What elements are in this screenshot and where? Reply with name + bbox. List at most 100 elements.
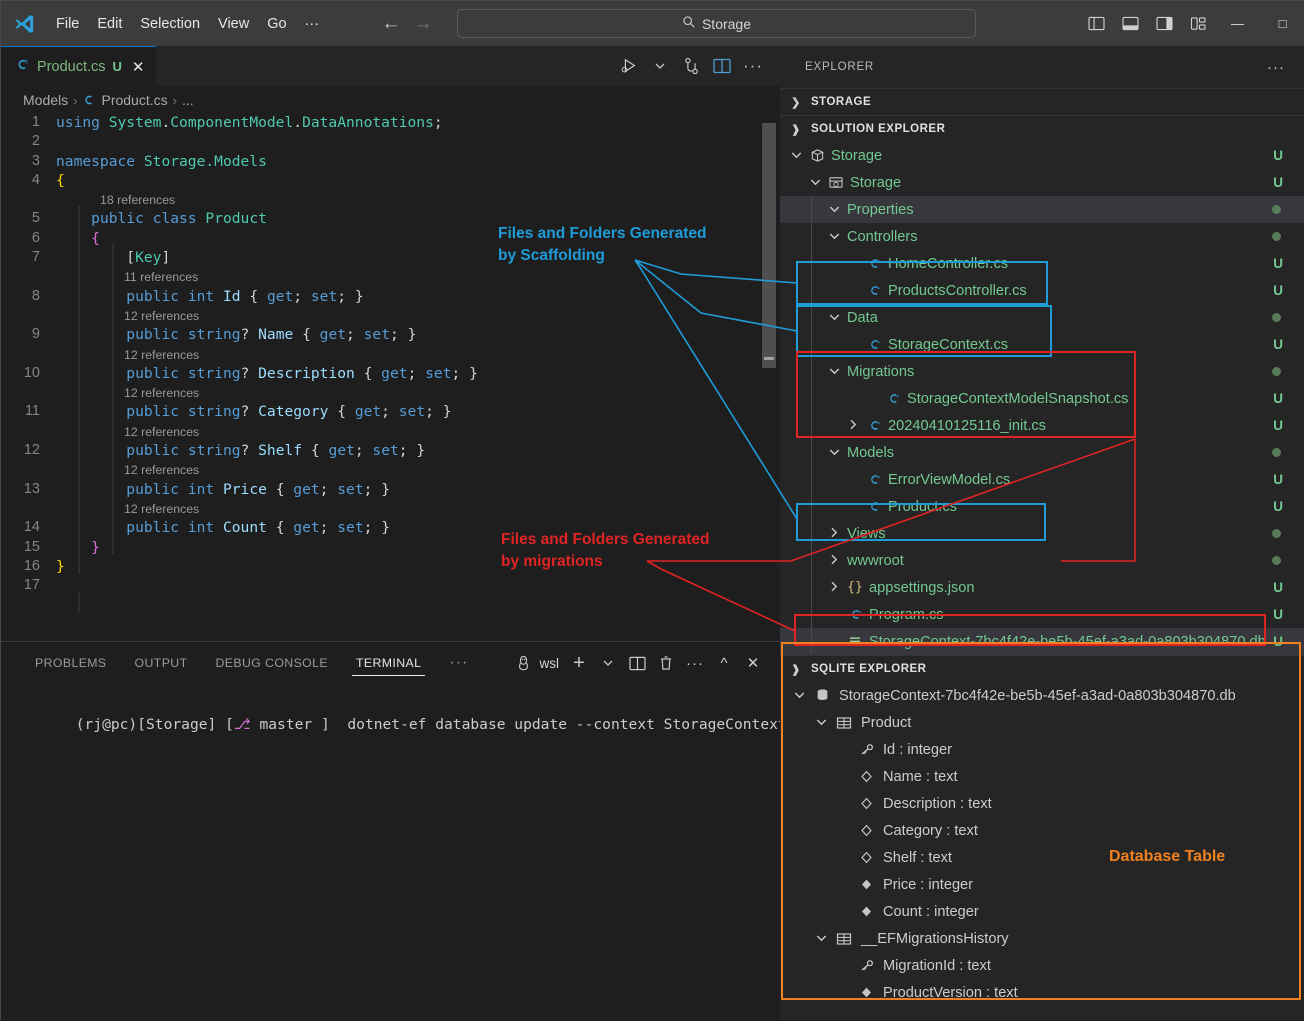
- section-storage[interactable]: ❯ STORAGE: [780, 88, 1304, 115]
- code-references-hint[interactable]: 12 references: [1, 307, 780, 326]
- menu-selection[interactable]: Selection: [131, 13, 209, 35]
- toggle-secondary-sidebar-icon[interactable]: [1147, 1, 1181, 46]
- tab-product-cs[interactable]: # Product.cs U ✕: [1, 46, 156, 86]
- tree-row[interactable]: StorageContext.csU: [780, 331, 1304, 358]
- panel-more-tabs-icon[interactable]: ···: [435, 642, 482, 684]
- chevron-right-icon[interactable]: [843, 419, 863, 433]
- code-references-hint[interactable]: 12 references: [1, 423, 780, 442]
- maximize-button[interactable]: □: [1260, 1, 1304, 46]
- section-sqlite-explorer[interactable]: ❱ SQLITE EXPLORER: [780, 655, 1304, 682]
- tree-row[interactable]: Migrations: [780, 358, 1304, 385]
- tree-row[interactable]: Product.csU: [780, 493, 1304, 520]
- chevron-down-icon[interactable]: [824, 231, 844, 243]
- sqlite-tree-row[interactable]: MigrationId : text: [780, 952, 1304, 979]
- toggle-panel-icon[interactable]: [1113, 1, 1147, 46]
- tab-output[interactable]: OUTPUT: [121, 642, 202, 684]
- new-terminal-icon[interactable]: +: [566, 648, 592, 678]
- code-line[interactable]: 17: [1, 577, 780, 596]
- chevron-right-icon[interactable]: [824, 554, 844, 568]
- code-references-hint[interactable]: 12 references: [1, 346, 780, 365]
- sqlite-tree-row[interactable]: Count : integer: [780, 898, 1304, 925]
- code-line[interactable]: 4{: [1, 172, 780, 191]
- chevron-down-icon[interactable]: [824, 312, 844, 324]
- tab-debug-console[interactable]: DEBUG CONSOLE: [202, 642, 342, 684]
- chevron-down-icon[interactable]: [788, 690, 810, 702]
- tree-row[interactable]: 20240410125116_init.csU: [780, 412, 1304, 439]
- tree-row[interactable]: wwwroot: [780, 547, 1304, 574]
- sqlite-tree-row[interactable]: ProductVersion : text: [780, 979, 1304, 1006]
- breadcrumb-file[interactable]: Product.cs: [101, 92, 167, 108]
- split-terminal-icon[interactable]: [624, 648, 650, 678]
- code-references-hint[interactable]: 12 references: [1, 500, 780, 519]
- command-search-input[interactable]: Storage: [457, 9, 976, 38]
- tree-row[interactable]: Models: [780, 439, 1304, 466]
- code-line[interactable]: 2: [1, 133, 780, 152]
- tree-row[interactable]: StorageContext-7bc4f42e-be5b-45ef-a3ad-0…: [780, 628, 1304, 655]
- maximize-panel-icon[interactable]: ^: [711, 648, 737, 678]
- tab-terminal[interactable]: TERMINAL: [342, 642, 435, 684]
- tree-row[interactable]: Controllers: [780, 223, 1304, 250]
- kill-terminal-trash-icon[interactable]: [653, 648, 679, 678]
- code-line[interactable]: 1using System.ComponentModel.DataAnnotat…: [1, 114, 780, 133]
- tree-row[interactable]: HomeController.csU: [780, 250, 1304, 277]
- code-references-hint[interactable]: 18 references: [1, 191, 780, 210]
- sqlite-tree-row[interactable]: Category : text: [780, 817, 1304, 844]
- menu-more[interactable]: ···: [296, 13, 329, 35]
- tree-row[interactable]: StorageU: [780, 142, 1304, 169]
- code-line[interactable]: 9 public string? Name { get; set; }: [1, 326, 780, 345]
- close-panel-icon[interactable]: ✕: [740, 648, 766, 678]
- tree-row[interactable]: StorageU: [780, 169, 1304, 196]
- sqlite-tree-row[interactable]: Name : text: [780, 763, 1304, 790]
- code-references-hint[interactable]: 11 references: [1, 268, 780, 287]
- tree-row[interactable]: Program.csU: [780, 601, 1304, 628]
- tree-row[interactable]: StorageContextModelSnapshot.csU: [780, 385, 1304, 412]
- sqlite-tree-row[interactable]: Description : text: [780, 790, 1304, 817]
- code-line[interactable]: 13 public int Price { get; set; }: [1, 481, 780, 500]
- code-line[interactable]: 12 public string? Shelf { get; set; }: [1, 442, 780, 461]
- terminal-body[interactable]: (rj@pc)[Storage] [⎇ master ] dotnet-ef d…: [1, 684, 780, 750]
- code-line[interactable]: 3namespace Storage.Models: [1, 153, 780, 172]
- code-line[interactable]: 10 public string? Description { get; set…: [1, 365, 780, 384]
- menu-edit[interactable]: Edit: [88, 13, 131, 35]
- sqlite-tree-row[interactable]: Shelf : text: [780, 844, 1304, 871]
- tree-row[interactable]: Properties: [780, 196, 1304, 223]
- chevron-down-icon[interactable]: [810, 933, 832, 945]
- chevron-down-icon[interactable]: [805, 177, 825, 189]
- menu-go[interactable]: Go: [258, 13, 295, 35]
- chevron-down-icon[interactable]: [595, 648, 621, 678]
- minimize-button[interactable]: —: [1215, 1, 1260, 46]
- sqlite-tree-row[interactable]: Price : integer: [780, 871, 1304, 898]
- menu-file[interactable]: File: [47, 13, 88, 35]
- sqlite-tree-row[interactable]: Product: [780, 709, 1304, 736]
- code-references-hint[interactable]: 12 references: [1, 384, 780, 403]
- tab-problems[interactable]: PROBLEMS: [21, 642, 121, 684]
- run-and-debug-icon[interactable]: [616, 51, 642, 81]
- breadcrumb-models[interactable]: Models: [23, 92, 68, 108]
- chevron-down-icon[interactable]: [824, 204, 844, 216]
- split-editor-icon[interactable]: [709, 51, 735, 81]
- chevron-down-icon[interactable]: [824, 447, 844, 459]
- back-arrow-icon[interactable]: ←: [380, 13, 402, 35]
- code-references-hint[interactable]: 12 references: [1, 461, 780, 480]
- chevron-down-icon[interactable]: [647, 51, 673, 81]
- tab-close-icon[interactable]: ✕: [132, 58, 145, 76]
- tree-row[interactable]: Data: [780, 304, 1304, 331]
- chevron-right-icon[interactable]: [824, 581, 844, 595]
- panel-more-actions-icon[interactable]: ···: [682, 648, 708, 678]
- tree-row[interactable]: ErrorViewModel.csU: [780, 466, 1304, 493]
- sqlite-tree-row[interactable]: StorageContext-7bc4f42e-be5b-45ef-a3ad-0…: [780, 682, 1304, 709]
- chevron-down-icon[interactable]: [810, 717, 832, 729]
- code-line[interactable]: 8 public int Id { get; set; }: [1, 288, 780, 307]
- sqlite-tree-row[interactable]: Id : integer: [780, 736, 1304, 763]
- tree-row[interactable]: {}appsettings.jsonU: [780, 574, 1304, 601]
- chevron-down-icon[interactable]: [786, 150, 806, 162]
- forward-arrow-icon[interactable]: →: [412, 13, 434, 35]
- source-control-diff-icon[interactable]: [678, 51, 704, 81]
- code-line[interactable]: 11 public string? Category { get; set; }: [1, 403, 780, 422]
- editor-scrollbar-thumb[interactable]: [762, 123, 776, 368]
- chevron-right-icon[interactable]: [824, 527, 844, 541]
- customize-layout-icon[interactable]: [1181, 1, 1215, 46]
- chevron-down-icon[interactable]: [824, 366, 844, 378]
- editor-more-actions-icon[interactable]: ···: [740, 51, 766, 81]
- explorer-more-icon[interactable]: ···: [1267, 59, 1285, 76]
